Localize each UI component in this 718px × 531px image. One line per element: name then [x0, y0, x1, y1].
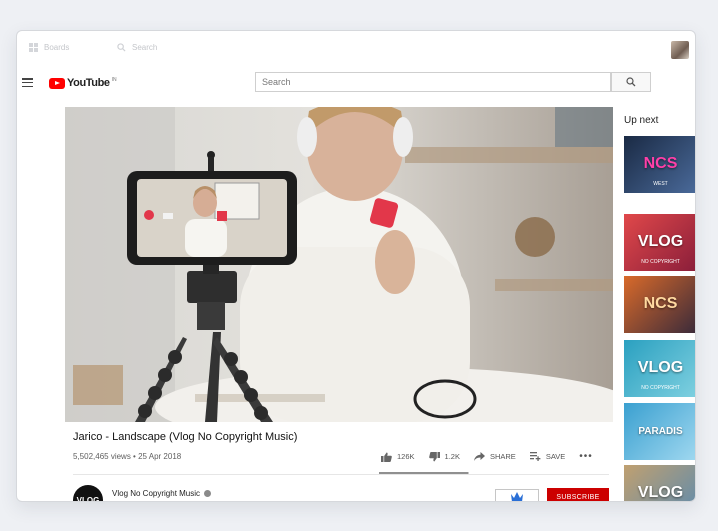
user-avatar[interactable]: [671, 41, 689, 59]
like-count: 126K: [397, 452, 415, 461]
subscribe-button[interactable]: SUBSCRIBE: [547, 488, 609, 501]
save-button[interactable]: SAVE: [529, 452, 566, 461]
logo-text: YouTube: [67, 77, 110, 89]
up-next-thumbnail[interactable]: VLOG NO COPYRIGHT: [624, 340, 695, 397]
upload-date: 25 Apr 2018: [138, 452, 182, 461]
top-search[interactable]: Search: [117, 43, 157, 52]
search-placeholder: Search: [262, 77, 291, 87]
save-label: SAVE: [545, 452, 566, 461]
video-player[interactable]: [65, 107, 613, 422]
crown-icon: [511, 492, 523, 501]
meta-separator: •: [130, 452, 139, 461]
view-count: 5,502,465 views: [73, 452, 131, 461]
more-actions-icon[interactable]: •••: [579, 451, 593, 462]
search-button[interactable]: [611, 72, 651, 92]
thumbnail-title: NCS: [643, 295, 678, 313]
dislike-button[interactable]: 1.2K: [428, 451, 460, 462]
play-logo-icon: [49, 77, 65, 89]
thumbnail-subtitle: NO COPYRIGHT: [641, 385, 680, 391]
up-next-thumbnail[interactable]: NCS: [624, 276, 695, 333]
thumbnail-title: NCS: [643, 155, 678, 173]
up-next-thumbnail[interactable]: VLOG NO COPYRIGHT: [624, 214, 695, 271]
search-icon: [626, 77, 636, 87]
top-search-label: Search: [132, 43, 158, 52]
search-icon: [117, 43, 126, 52]
thumbs-up-icon: [381, 452, 392, 462]
up-next-label: Up next: [624, 115, 659, 126]
up-next-thumbnail[interactable]: PARADIS: [624, 403, 695, 460]
dislike-count: 1.2K: [444, 452, 460, 461]
up-next-thumbnail[interactable]: NCS WEST: [624, 136, 695, 193]
thumbnail-title: PARADIS: [638, 426, 683, 437]
share-button[interactable]: SHARE: [473, 452, 516, 461]
video-meta: 5,502,465 views • 25 Apr 2018: [73, 452, 181, 461]
boards-label: Boards: [44, 43, 70, 52]
channel-name-row[interactable]: Vlog No Copyright Music: [112, 489, 212, 498]
like-button[interactable]: 126K: [381, 452, 415, 462]
youtube-header: YouTube IN Search: [17, 69, 695, 99]
channel-avatar[interactable]: VLOG: [73, 485, 103, 501]
bell-button[interactable]: [495, 489, 539, 501]
search-input[interactable]: Search: [255, 72, 611, 92]
thumbnail-title: VLOG: [637, 359, 684, 377]
video-frame: [65, 107, 613, 422]
share-label: SHARE: [489, 452, 516, 461]
top-strip: Boards Search: [17, 31, 695, 67]
logo-region: IN: [111, 77, 117, 83]
playlist-add-icon: [529, 452, 541, 461]
share-arrow-icon: [473, 452, 485, 461]
channel-name: Vlog No Copyright Music: [112, 489, 201, 498]
thumbnail-subtitle: NO COPYRIGHT: [641, 259, 680, 265]
grid-icon: [29, 43, 38, 52]
thumbnail-subtitle: WEST: [653, 181, 668, 187]
boards-link[interactable]: Boards: [29, 43, 69, 52]
video-actions: 126K 1.2K SHARE SAVE •••: [381, 451, 593, 462]
youtube-logo[interactable]: YouTube IN: [49, 77, 117, 89]
video-title: Jarico - Landscape (Vlog No Copyright Mu…: [73, 431, 298, 443]
divider: [73, 474, 609, 475]
thumbnail-title: VLOG: [637, 484, 684, 502]
menu-icon[interactable]: [22, 78, 33, 87]
thumbs-down-icon: [428, 451, 440, 461]
verified-icon: [204, 490, 212, 497]
up-next-thumbnail[interactable]: VLOGNO COPYRIGHT: [624, 465, 695, 502]
thumbnail-title: VLOG: [637, 233, 684, 251]
browser-window: Boards Search YouTube IN Search Jarico -…: [16, 30, 696, 502]
